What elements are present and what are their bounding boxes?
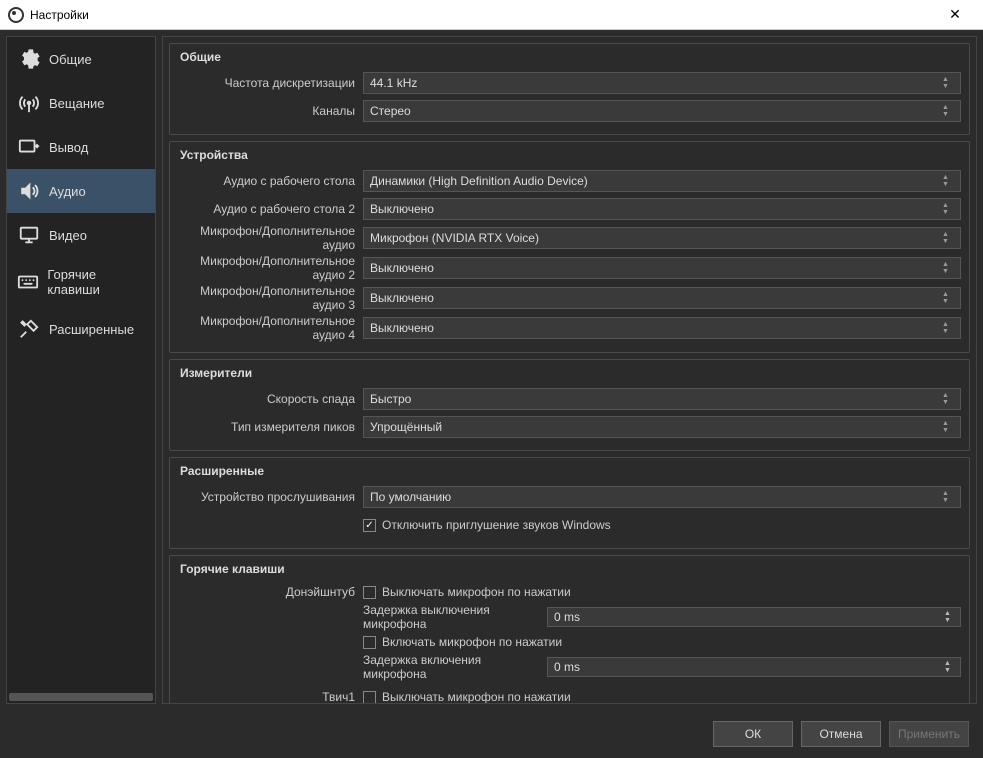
select-arrows-icon: ▲▼: [942, 318, 956, 338]
titlebar: Настройки ✕: [0, 0, 983, 30]
sidebar-item-output[interactable]: Вывод: [7, 125, 155, 169]
antenna-icon: [17, 91, 41, 115]
checkbox-disable-ducking[interactable]: [363, 519, 376, 532]
checkbox-mute-push-1[interactable]: [363, 586, 376, 599]
section-devices: Устройства Аудио с рабочего стола Динами…: [169, 141, 970, 353]
select-arrows-icon: ▲▼: [942, 73, 956, 93]
section-hotkeys: Горячие клавиши Донэйшнтуб Выключать мик…: [169, 555, 970, 704]
label-decay-rate: Скорость спада: [178, 392, 363, 406]
section-title-general: Общие: [178, 50, 961, 70]
spinner-mute-delay-1[interactable]: 0 ms▲▼: [547, 607, 961, 627]
label-unmute-push-1: Включать микрофон по нажатии: [382, 635, 562, 649]
section-title-advanced: Расширенные: [178, 464, 961, 484]
label-monitoring-device: Устройство прослушивания: [178, 490, 363, 504]
label-desktop-audio-2: Аудио с рабочего стола 2: [178, 202, 363, 216]
app-logo-icon: [8, 7, 24, 23]
select-sample-rate[interactable]: 44.1 kHz ▲▼: [363, 72, 961, 94]
section-advanced: Расширенные Устройство прослушивания По …: [169, 457, 970, 549]
window-title: Настройки: [30, 8, 935, 22]
section-title-meters: Измерители: [178, 366, 961, 386]
label-channels: Каналы: [178, 104, 363, 118]
select-arrows-icon: ▲▼: [942, 417, 956, 437]
select-desktop-audio-2[interactable]: Выключено▲▼: [363, 198, 961, 220]
dialog-footer: ОК Отмена Применить: [0, 710, 983, 758]
window-close-button[interactable]: ✕: [935, 0, 975, 29]
sidebar-item-label: Видео: [49, 228, 87, 243]
ok-button[interactable]: ОК: [713, 721, 793, 747]
sidebar-item-video[interactable]: Видео: [7, 213, 155, 257]
monitor-icon: [17, 223, 41, 247]
checkbox-unmute-push-1[interactable]: [363, 636, 376, 649]
label-unmute-delay-1: Задержка включения микрофона: [363, 653, 541, 681]
spinner-arrows-icon: ▲▼: [944, 608, 958, 626]
select-mic-aux[interactable]: Микрофон (NVIDIA RTX Voice)▲▼: [363, 227, 961, 249]
section-meters: Измерители Скорость спада Быстро▲▼ Тип и…: [169, 359, 970, 451]
select-mic-aux-4[interactable]: Выключено▲▼: [363, 317, 961, 339]
select-peak-meter-type[interactable]: Упрощённый▲▼: [363, 416, 961, 438]
section-title-devices: Устройства: [178, 148, 961, 168]
sidebar-item-label: Вывод: [49, 140, 88, 155]
label-mute-push-1: Выключать микрофон по нажатии: [382, 585, 571, 599]
output-icon: [17, 135, 41, 159]
label-sample-rate: Частота дискретизации: [178, 76, 363, 90]
select-arrows-icon: ▲▼: [942, 288, 956, 308]
select-desktop-audio[interactable]: Динамики (High Definition Audio Device)▲…: [363, 170, 961, 192]
label-disable-ducking: Отключить приглушение звуков Windows: [382, 518, 611, 532]
select-channels[interactable]: Стерео ▲▼: [363, 100, 961, 122]
section-title-hotkeys: Горячие клавиши: [178, 562, 961, 582]
select-arrows-icon: ▲▼: [942, 389, 956, 409]
select-arrows-icon: ▲▼: [942, 199, 956, 219]
select-arrows-icon: ▲▼: [942, 487, 956, 507]
label-mic-aux-3: Микрофон/Дополнительное аудио 3: [178, 284, 363, 312]
label-desktop-audio: Аудио с рабочего стола: [178, 174, 363, 188]
cancel-button[interactable]: Отмена: [801, 721, 881, 747]
section-general: Общие Частота дискретизации 44.1 kHz ▲▼ …: [169, 43, 970, 135]
sidebar-item-label: Общие: [49, 52, 92, 67]
sidebar-item-label: Расширенные: [49, 322, 134, 337]
select-monitoring-device[interactable]: По умолчанию▲▼: [363, 486, 961, 508]
select-mic-aux-3[interactable]: Выключено▲▼: [363, 287, 961, 309]
checkbox-mute-push-2[interactable]: [363, 691, 376, 704]
sidebar-item-general[interactable]: Общие: [7, 37, 155, 81]
label-peak-meter-type: Тип измерителя пиков: [178, 420, 363, 434]
sidebar-item-stream[interactable]: Вещание: [7, 81, 155, 125]
sidebar-item-audio[interactable]: Аудио: [7, 169, 155, 213]
sidebar-item-advanced[interactable]: Расширенные: [7, 307, 155, 351]
select-arrows-icon: ▲▼: [942, 101, 956, 121]
keyboard-icon: [17, 270, 39, 294]
label-mute-push-2: Выключать микрофон по нажатии: [382, 690, 571, 704]
label-mic-aux-2: Микрофон/Дополнительное аудио 2: [178, 254, 363, 282]
spinner-arrows-icon: ▲▼: [944, 658, 958, 676]
settings-content: Общие Частота дискретизации 44.1 kHz ▲▼ …: [162, 36, 977, 704]
hotkey-group-name-1: Донэйшнтуб: [178, 585, 363, 599]
gear-icon: [17, 47, 41, 71]
label-mic-aux: Микрофон/Дополнительное аудио: [178, 224, 363, 252]
sidebar-item-label: Аудио: [49, 184, 86, 199]
sidebar-item-hotkeys[interactable]: Горячие клавиши: [7, 257, 155, 307]
select-arrows-icon: ▲▼: [942, 228, 956, 248]
spinner-unmute-delay-1[interactable]: 0 ms▲▼: [547, 657, 961, 677]
settings-sidebar: Общие Вещание Вывод Аудио Видео: [6, 36, 156, 704]
select-arrows-icon: ▲▼: [942, 171, 956, 191]
tools-icon: [17, 317, 41, 341]
select-decay-rate[interactable]: Быстро▲▼: [363, 388, 961, 410]
speaker-icon: [17, 179, 41, 203]
select-mic-aux-2[interactable]: Выключено▲▼: [363, 257, 961, 279]
select-arrows-icon: ▲▼: [942, 258, 956, 278]
label-mic-aux-4: Микрофон/Дополнительное аудио 4: [178, 314, 363, 342]
sidebar-item-label: Вещание: [49, 96, 105, 111]
sidebar-scrollbar[interactable]: [9, 693, 153, 701]
label-mute-delay-1: Задержка выключения микрофона: [363, 603, 541, 631]
sidebar-item-label: Горячие клавиши: [47, 267, 145, 297]
hotkey-group-name-2: Твич1: [178, 690, 363, 704]
apply-button[interactable]: Применить: [889, 721, 969, 747]
